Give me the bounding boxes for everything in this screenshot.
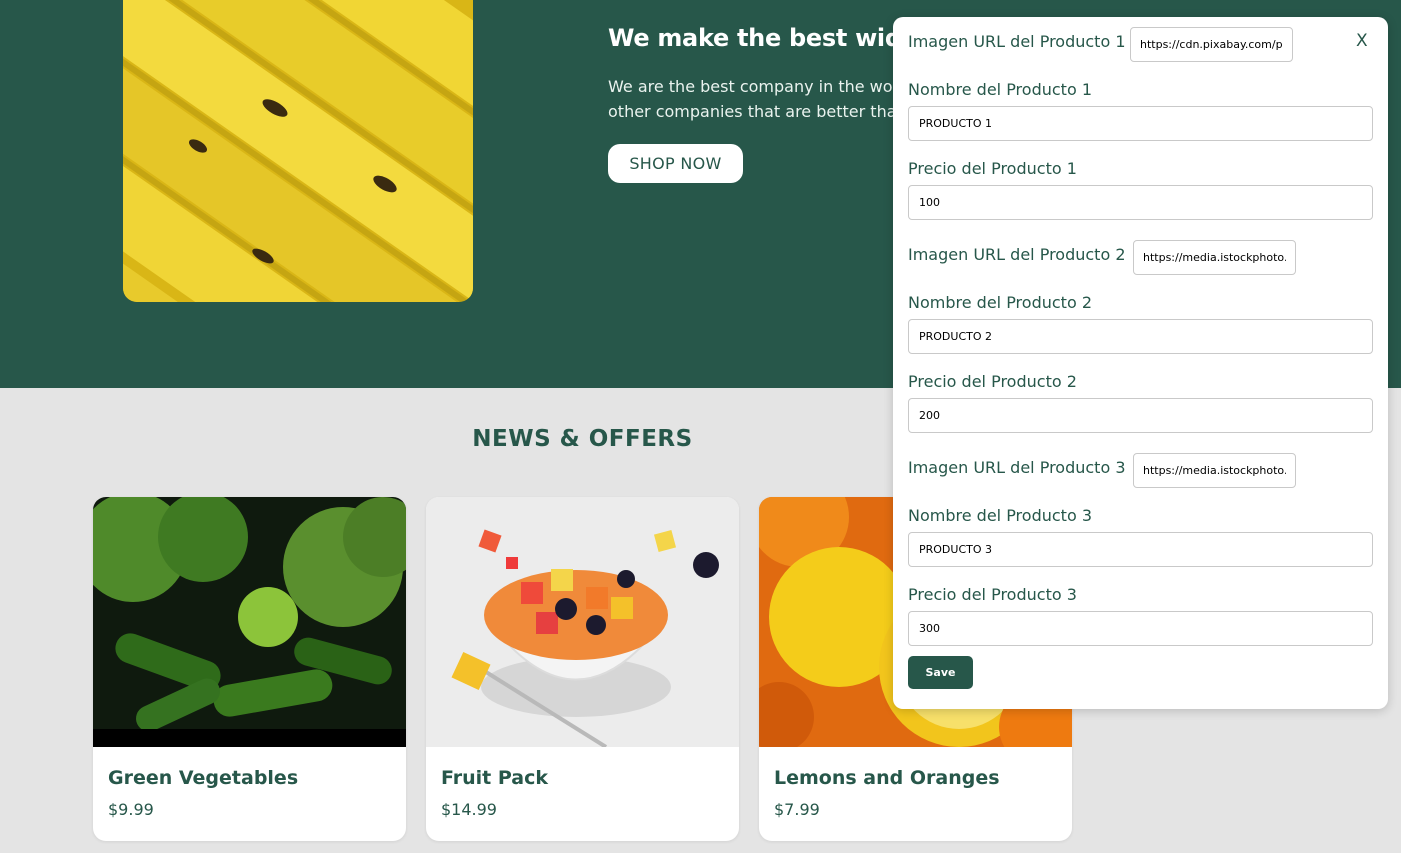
product-card-name: Lemons and Oranges: [774, 767, 1000, 789]
product-3-image-url-input[interactable]: [1133, 453, 1296, 488]
hero-title: We make the best widg: [608, 24, 919, 52]
product-1-image-url-label: Imagen URL del Producto 1: [908, 32, 1126, 51]
save-button[interactable]: Save: [908, 656, 973, 689]
hero-bananas-image: [123, 0, 473, 302]
product-1-price-label: Precio del Producto 1: [908, 159, 1077, 178]
close-modal-button[interactable]: X: [1356, 31, 1368, 51]
product-3-name-input[interactable]: [908, 532, 1373, 567]
product-3-price-input[interactable]: [908, 611, 1373, 646]
product-2-image-url-input[interactable]: [1133, 240, 1296, 275]
product-card-price: $9.99: [108, 800, 154, 819]
product-2-image-url-label: Imagen URL del Producto 2: [908, 245, 1126, 264]
product-3-price-label: Precio del Producto 3: [908, 585, 1077, 604]
product-1-price-input[interactable]: [908, 185, 1373, 220]
product-card-price: $7.99: [774, 800, 820, 819]
product-2-name-input[interactable]: [908, 319, 1373, 354]
product-1-image-url-input[interactable]: [1130, 27, 1293, 62]
product-2-name-label: Nombre del Producto 2: [908, 293, 1092, 312]
edit-products-modal: X Imagen URL del Producto 1 Nombre del P…: [893, 17, 1388, 709]
product-card-fruit-pack[interactable]: Fruit Pack $14.99: [426, 497, 739, 841]
fruit-pack-image: [426, 497, 739, 747]
product-1-name-label: Nombre del Producto 1: [908, 80, 1092, 99]
product-card-name: Fruit Pack: [441, 767, 549, 789]
product-3-image-url-label: Imagen URL del Producto 3: [908, 458, 1126, 477]
product-card-green-vegetables[interactable]: Green Vegetables $9.99: [93, 497, 406, 841]
product-3-name-label: Nombre del Producto 3: [908, 506, 1092, 525]
shop-now-button[interactable]: SHOP NOW: [608, 144, 743, 183]
product-card-price: $14.99: [441, 800, 497, 819]
product-2-price-label: Precio del Producto 2: [908, 372, 1077, 391]
product-2-price-input[interactable]: [908, 398, 1373, 433]
product-1-name-input[interactable]: [908, 106, 1373, 141]
bananas-illustration: [123, 0, 473, 302]
product-card-name: Green Vegetables: [108, 767, 299, 789]
green-vegetables-image: [93, 497, 406, 747]
